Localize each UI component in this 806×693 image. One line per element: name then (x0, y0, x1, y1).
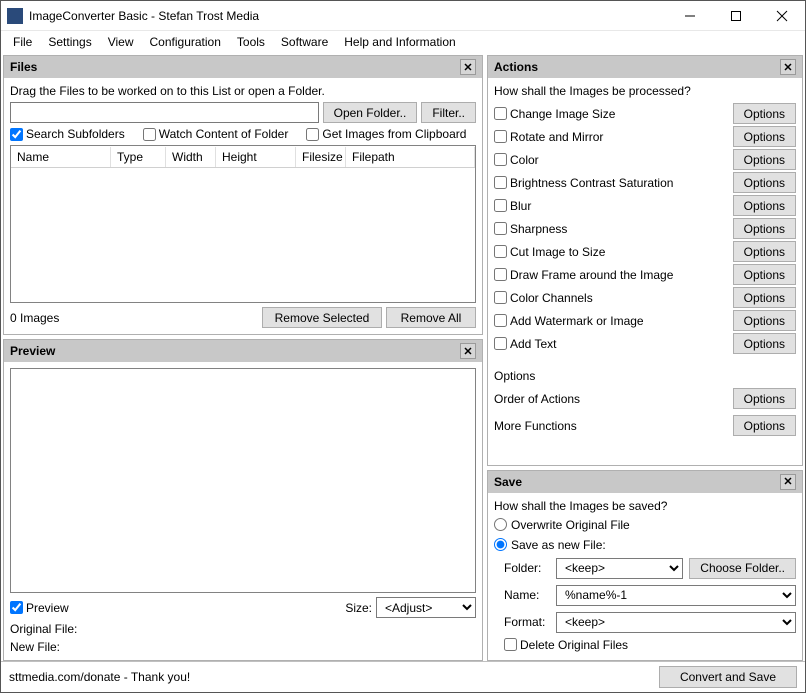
menu-file[interactable]: File (7, 33, 38, 51)
status-text: sttmedia.com/donate - Thank you! (9, 670, 659, 684)
order-options-button[interactable]: Options (733, 388, 796, 409)
folder-select[interactable]: <keep> (556, 558, 683, 579)
watch-folder-checkbox[interactable]: Watch Content of Folder (143, 127, 289, 141)
col-filesize[interactable]: Filesize (296, 147, 346, 167)
action-checkbox-3[interactable]: Brightness Contrast Saturation (494, 176, 727, 190)
action-options-button-9[interactable]: Options (733, 310, 796, 331)
overwrite-radio[interactable]: Overwrite Original File (494, 517, 796, 533)
titlebar: ImageConverter Basic - Stefan Trost Medi… (1, 1, 805, 31)
open-folder-button[interactable]: Open Folder.. (323, 102, 418, 123)
remove-all-button[interactable]: Remove All (386, 307, 476, 328)
options-section-label: Options (494, 369, 796, 383)
action-checkbox-0[interactable]: Change Image Size (494, 107, 727, 121)
name-select[interactable]: %name%-1 (556, 585, 796, 606)
col-width[interactable]: Width (166, 147, 216, 167)
preview-panel-title: Preview (10, 344, 55, 358)
action-checkbox-7[interactable]: Draw Frame around the Image (494, 268, 727, 282)
name-label: Name: (494, 588, 550, 602)
col-filepath[interactable]: Filepath (346, 147, 475, 167)
action-options-button-1[interactable]: Options (733, 126, 796, 147)
delete-originals-checkbox[interactable]: Delete Original Files (504, 638, 628, 652)
actions-panel: Actions ✕ How shall the Images be proces… (487, 55, 803, 466)
window-title: ImageConverter Basic - Stefan Trost Medi… (29, 9, 667, 23)
folder-path-input[interactable] (10, 102, 319, 123)
choose-folder-button[interactable]: Choose Folder.. (689, 558, 796, 579)
clipboard-checkbox[interactable]: Get Images from Clipboard (306, 127, 466, 141)
search-subfolders-checkbox[interactable]: Search Subfolders (10, 127, 125, 141)
action-options-button-4[interactable]: Options (733, 195, 796, 216)
statusbar: sttmedia.com/donate - Thank you! Convert… (1, 661, 805, 692)
image-count: 0 Images (10, 311, 258, 325)
action-options-button-3[interactable]: Options (733, 172, 796, 193)
format-label: Format: (494, 615, 550, 629)
menubar: File Settings View Configuration Tools S… (1, 31, 805, 55)
action-checkbox-4[interactable]: Blur (494, 199, 727, 213)
files-table[interactable]: Name Type Width Height Filesize Filepath (10, 145, 476, 303)
menu-view[interactable]: View (102, 33, 140, 51)
action-checkbox-10[interactable]: Add Text (494, 337, 727, 351)
actions-panel-title: Actions (494, 60, 538, 74)
maximize-button[interactable] (713, 1, 759, 31)
files-panel-title: Files (10, 60, 37, 74)
order-of-actions-label: Order of Actions (494, 392, 727, 406)
action-checkbox-1[interactable]: Rotate and Mirror (494, 130, 727, 144)
files-hint: Drag the Files to be worked on to this L… (10, 84, 476, 98)
action-options-button-2[interactable]: Options (733, 149, 796, 170)
menu-software[interactable]: Software (275, 33, 334, 51)
files-panel: Files ✕ Drag the Files to be worked on t… (3, 55, 483, 335)
action-checkbox-6[interactable]: Cut Image to Size (494, 245, 727, 259)
action-options-button-5[interactable]: Options (733, 218, 796, 239)
preview-canvas (10, 368, 476, 593)
action-checkbox-5[interactable]: Sharpness (494, 222, 727, 236)
menu-settings[interactable]: Settings (42, 33, 97, 51)
size-select[interactable]: <Adjust> (376, 597, 476, 618)
preview-panel: Preview ✕ Preview Size: <Adjust> Origina… (3, 339, 483, 661)
close-button[interactable] (759, 1, 805, 31)
actions-panel-close-icon[interactable]: ✕ (780, 59, 796, 75)
menu-help[interactable]: Help and Information (338, 33, 461, 51)
save-panel-title: Save (494, 475, 522, 489)
actions-question: How shall the Images be processed? (494, 84, 796, 98)
menu-configuration[interactable]: Configuration (144, 33, 227, 51)
minimize-button[interactable] (667, 1, 713, 31)
format-select[interactable]: <keep> (556, 612, 796, 633)
preview-checkbox[interactable]: Preview (10, 601, 341, 615)
save-panel: Save ✕ How shall the Images be saved? Ov… (487, 470, 803, 662)
menu-tools[interactable]: Tools (231, 33, 271, 51)
action-checkbox-2[interactable]: Color (494, 153, 727, 167)
folder-label: Folder: (494, 561, 550, 575)
new-file-label: New File: (10, 640, 476, 654)
files-panel-close-icon[interactable]: ✕ (460, 59, 476, 75)
action-checkbox-8[interactable]: Color Channels (494, 291, 727, 305)
preview-panel-close-icon[interactable]: ✕ (460, 343, 476, 359)
convert-and-save-button[interactable]: Convert and Save (659, 666, 797, 688)
col-type[interactable]: Type (111, 147, 166, 167)
action-options-button-6[interactable]: Options (733, 241, 796, 262)
save-question: How shall the Images be saved? (494, 499, 796, 513)
size-label: Size: (345, 601, 372, 615)
action-options-button-0[interactable]: Options (733, 103, 796, 124)
save-panel-close-icon[interactable]: ✕ (780, 474, 796, 490)
col-name[interactable]: Name (11, 147, 111, 167)
action-options-button-7[interactable]: Options (733, 264, 796, 285)
more-functions-label: More Functions (494, 419, 727, 433)
save-as-new-radio[interactable]: Save as new File: (494, 537, 796, 553)
col-height[interactable]: Height (216, 147, 296, 167)
remove-selected-button[interactable]: Remove Selected (262, 307, 382, 328)
app-icon (7, 8, 23, 24)
action-options-button-8[interactable]: Options (733, 287, 796, 308)
more-options-button[interactable]: Options (733, 415, 796, 436)
filter-button[interactable]: Filter.. (421, 102, 476, 123)
action-options-button-10[interactable]: Options (733, 333, 796, 354)
action-checkbox-9[interactable]: Add Watermark or Image (494, 314, 727, 328)
original-file-label: Original File: (10, 622, 476, 636)
